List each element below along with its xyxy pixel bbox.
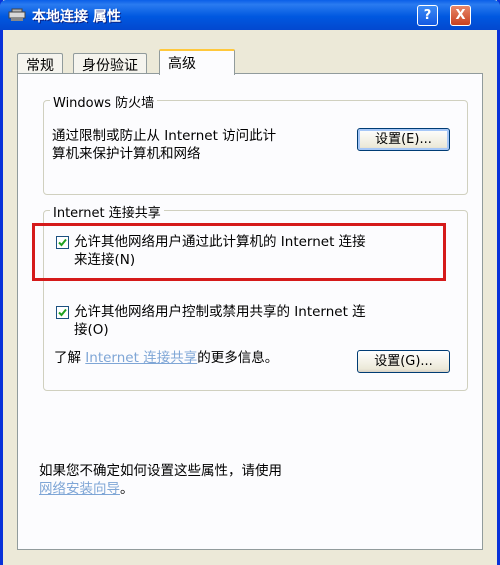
title-bar[interactable]: 本地连接 属性 ? X — [0, 0, 500, 30]
learn-more-suffix: 的更多信息。 — [197, 350, 279, 366]
firewall-description-line2: 算机来保护计算机和网络 — [52, 146, 201, 162]
firewall-settings-button[interactable]: 设置(E)... — [357, 128, 450, 151]
highlight-annotation — [32, 223, 446, 281]
footer-text: 如果您不确定如何设置这些属性，请使用 — [39, 463, 282, 479]
ics-help-link[interactable]: Internet 连接共享 — [85, 350, 197, 366]
allow-control-checkbox[interactable] — [56, 306, 69, 319]
allow-control-label-line1[interactable]: 允许其他网络用户控制或禁用共享的 Internet 连 — [74, 304, 366, 320]
network-connection-icon — [8, 8, 26, 21]
tab-authentication[interactable]: 身份验证 — [73, 53, 147, 74]
footer-link-line: 网络安装向导。 — [39, 481, 134, 497]
allow-control-label-line2[interactable]: 接(O) — [74, 322, 109, 338]
checkmark-icon — [58, 308, 67, 317]
learn-more-prefix: 了解 — [54, 350, 81, 366]
tab-advanced[interactable]: 高级 — [159, 49, 235, 75]
ics-settings-button[interactable]: 设置(G)... — [357, 350, 450, 373]
firewall-group-title: Windows 防火墙 — [50, 92, 158, 111]
learn-more-text: 了解 Internet 连接共享的更多信息。 — [54, 350, 278, 366]
footer-link-suffix: 。 — [120, 481, 134, 497]
ics-group-title: Internet 连接共享 — [50, 202, 164, 221]
firewall-description-line1: 通过限制或防止从 Internet 访问此计 — [52, 128, 277, 144]
properties-dialog: 本地连接 属性 ? X 常规 身份验证 高级 Windows 防火墙 通过限制或… — [0, 0, 500, 565]
firewall-group: Windows 防火墙 通过限制或防止从 Internet 访问此计 算机来保护… — [43, 92, 468, 195]
close-button[interactable]: X — [450, 5, 471, 26]
window-title: 本地连接 属性 — [32, 9, 121, 25]
help-button[interactable]: ? — [417, 5, 438, 26]
advanced-tab-panel: Windows 防火墙 通过限制或防止从 Internet 访问此计 算机来保护… — [17, 73, 483, 550]
tab-general[interactable]: 常规 — [17, 53, 63, 74]
network-setup-wizard-link[interactable]: 网络安装向导 — [39, 481, 120, 497]
